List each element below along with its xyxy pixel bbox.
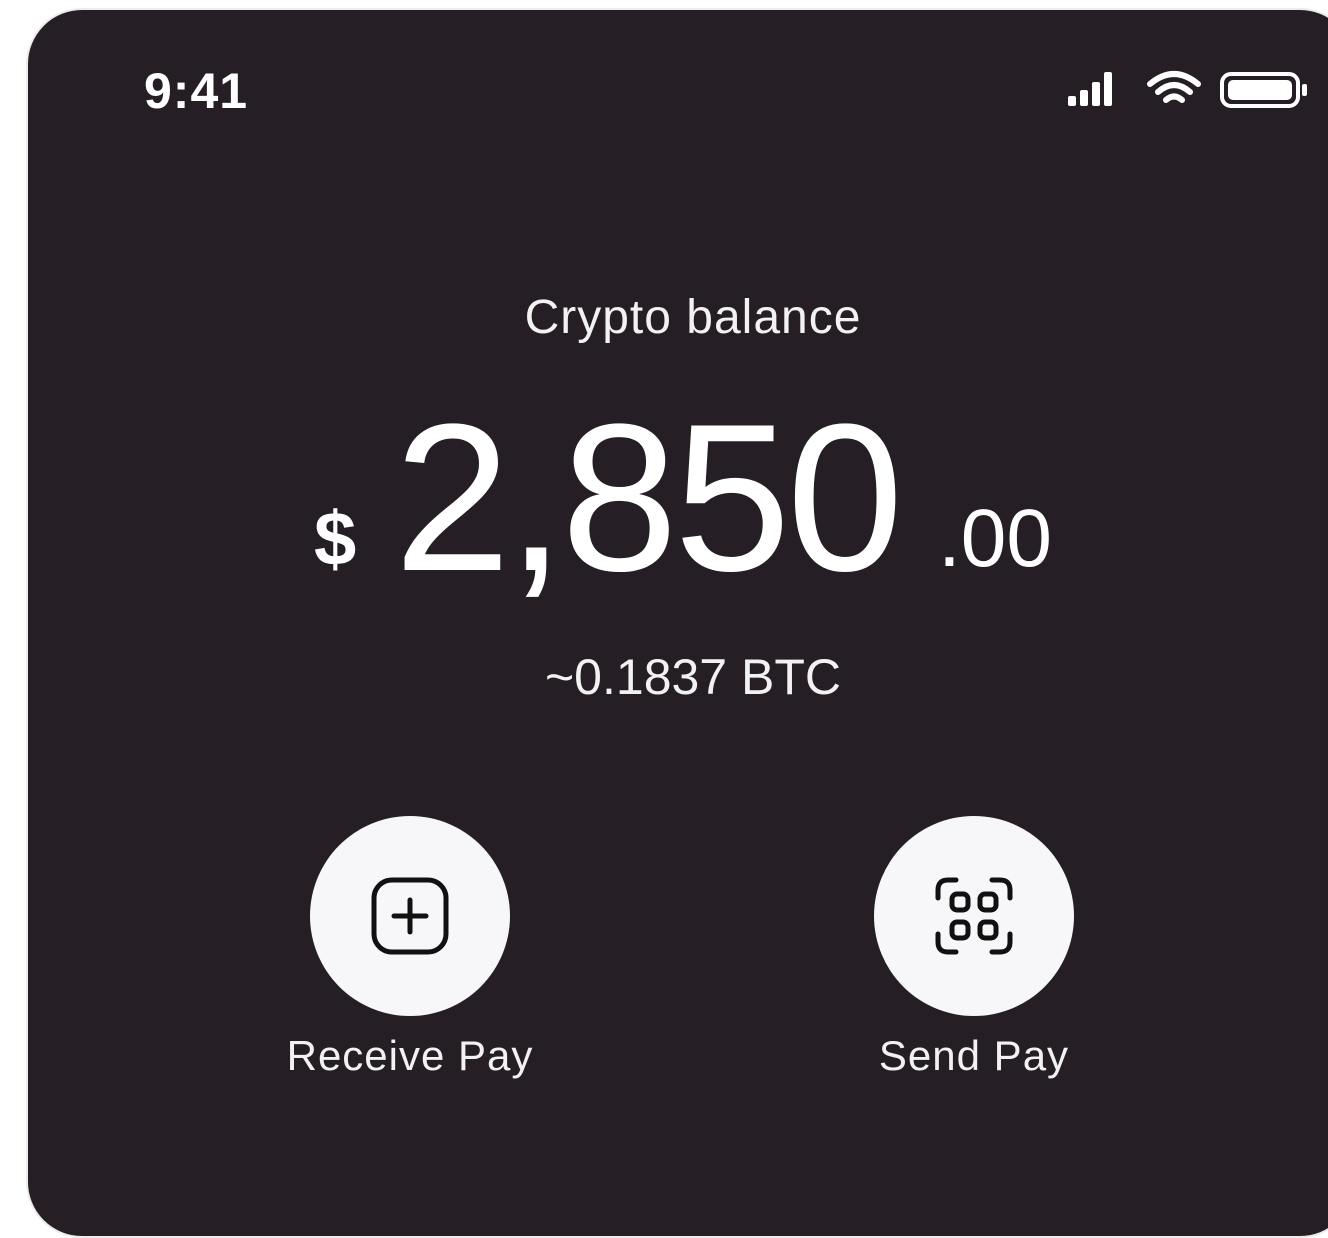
wifi-icon <box>1147 71 1201 103</box>
send-pay-button[interactable] <box>874 816 1074 1016</box>
status-icons <box>1068 71 1307 108</box>
battery-icon <box>1220 72 1307 108</box>
balance-cents: .00 <box>938 493 1052 584</box>
qr-scan-icon <box>935 877 1013 955</box>
receive-pay-button[interactable] <box>310 816 510 1016</box>
balance-currency: $ <box>314 497 357 582</box>
btc-equivalent: ~0.1837 BTC <box>544 649 842 705</box>
balance-amount: 2,850 <box>394 380 904 615</box>
receive-pay-label: Receive Pay <box>286 1032 534 1079</box>
receive-pay-action[interactable]: Receive Pay <box>230 816 590 1080</box>
signal-icon <box>1068 72 1112 106</box>
plus-square-icon <box>371 877 449 955</box>
balance-label: Crypto balance <box>524 291 862 344</box>
status-time: 9:41 <box>144 63 249 119</box>
send-pay-label: Send Pay <box>878 1032 1070 1079</box>
send-pay-action[interactable]: Send Pay <box>794 816 1154 1080</box>
phone-screen: 9:41 Crypto balance $ 2,850 .00 ~0.1837 … <box>26 8 1328 1238</box>
